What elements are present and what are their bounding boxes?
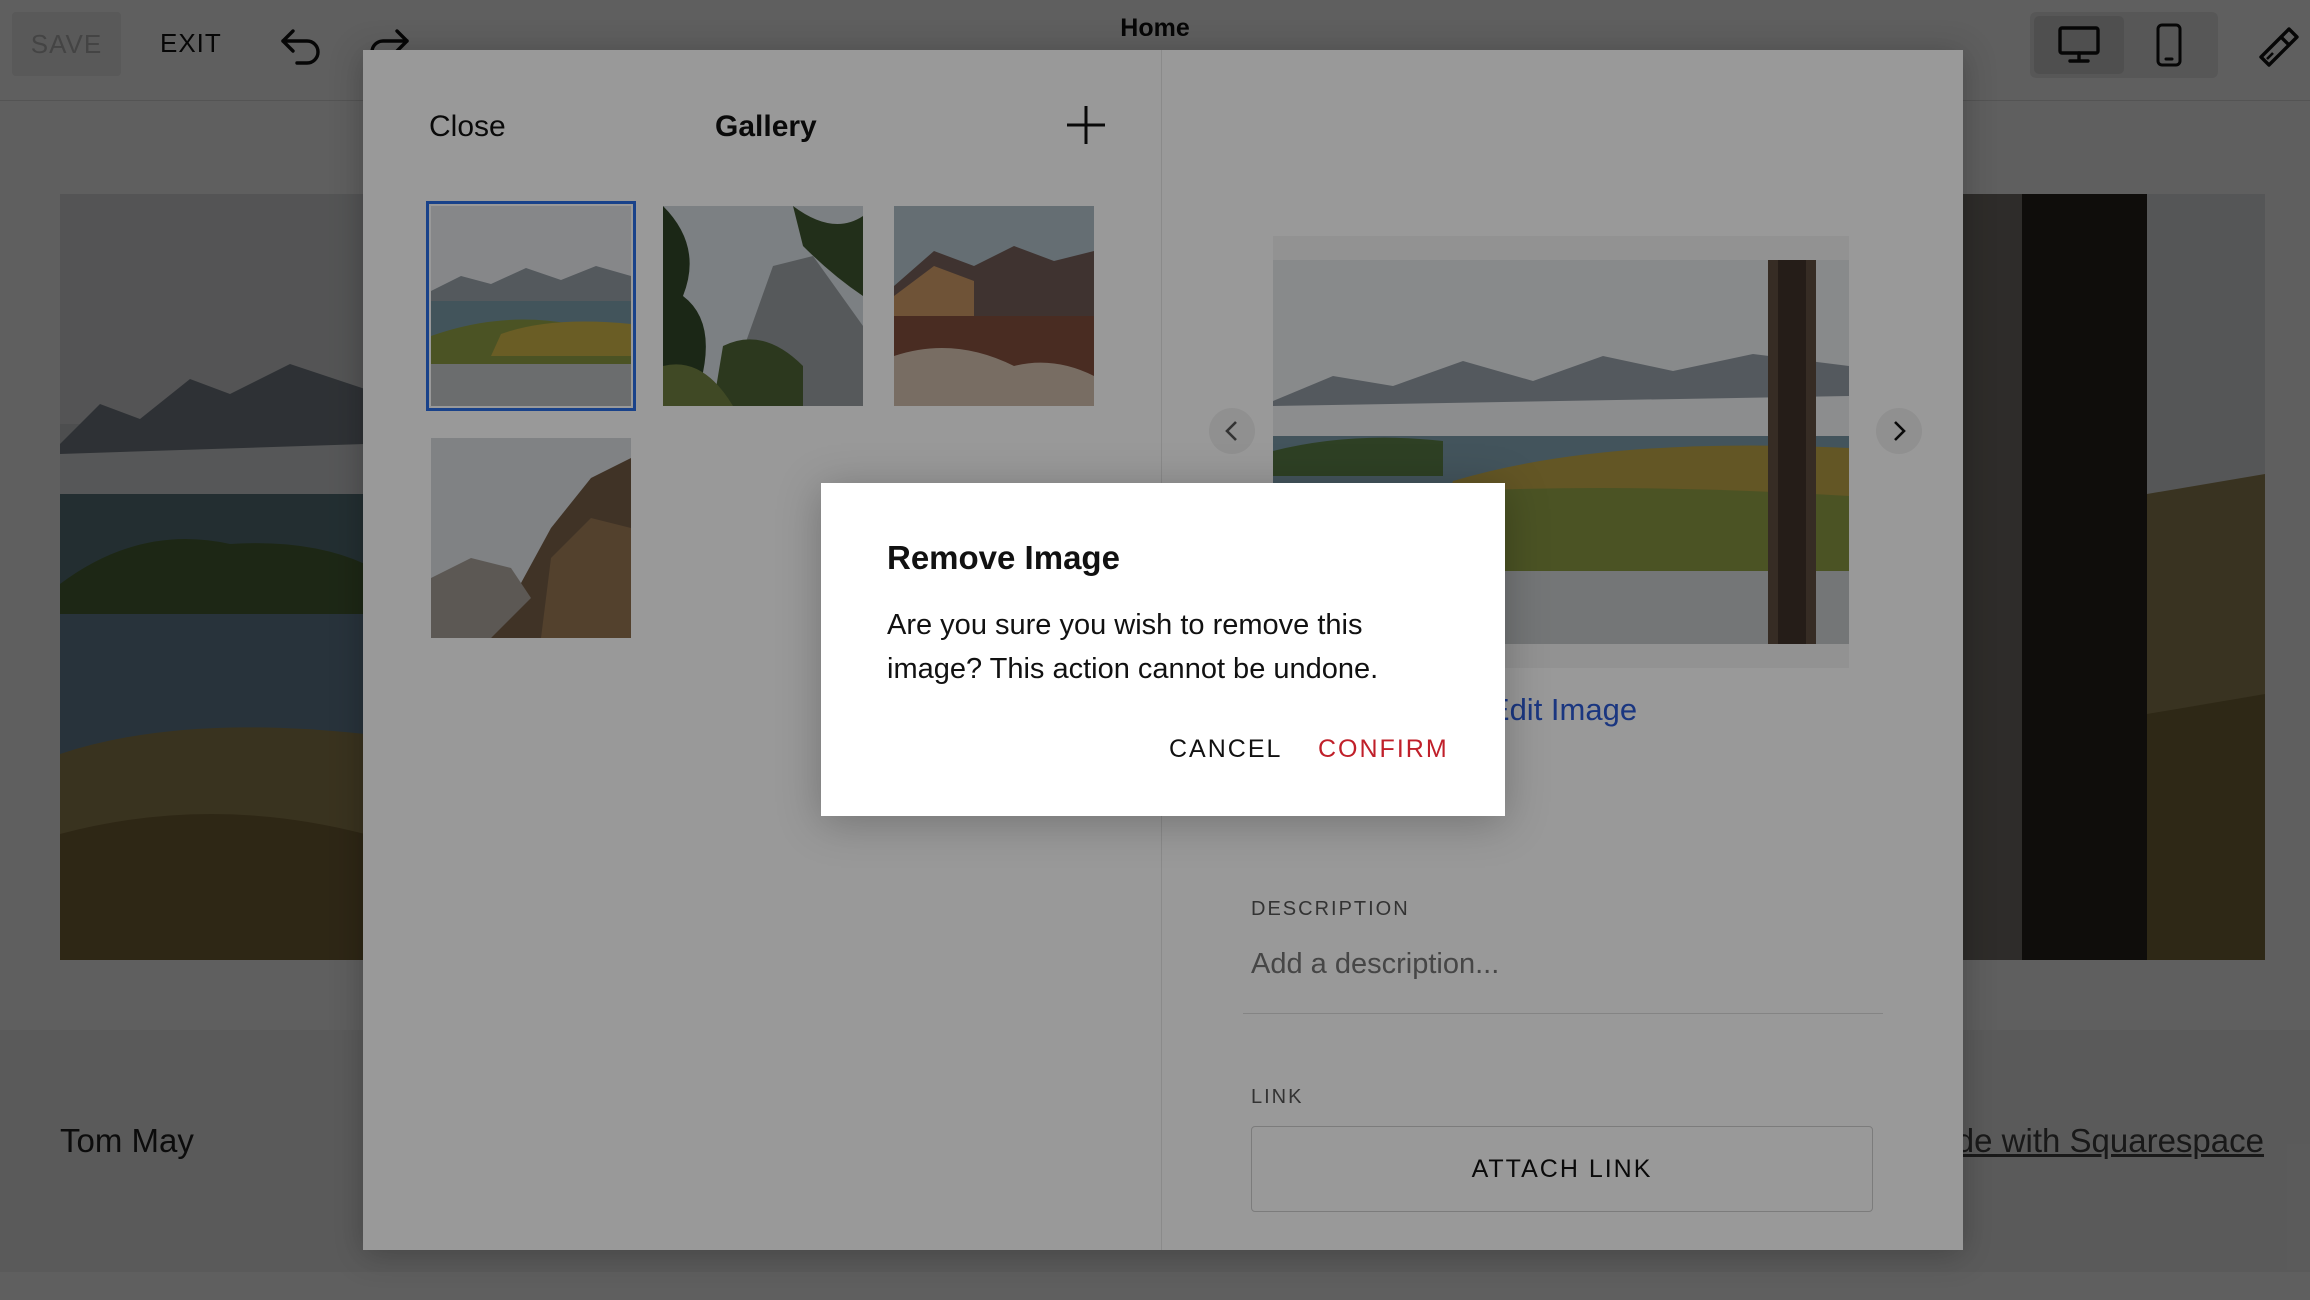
remove-image-dialog: Remove Image Are you sure you wish to re… bbox=[821, 483, 1505, 816]
confirm-button[interactable]: CONFIRM bbox=[1318, 735, 1449, 764]
dialog-title: Remove Image bbox=[887, 539, 1120, 576]
cancel-button[interactable]: CANCEL bbox=[1169, 735, 1282, 764]
dialog-message: Are you sure you wish to remove this ima… bbox=[887, 609, 1379, 685]
